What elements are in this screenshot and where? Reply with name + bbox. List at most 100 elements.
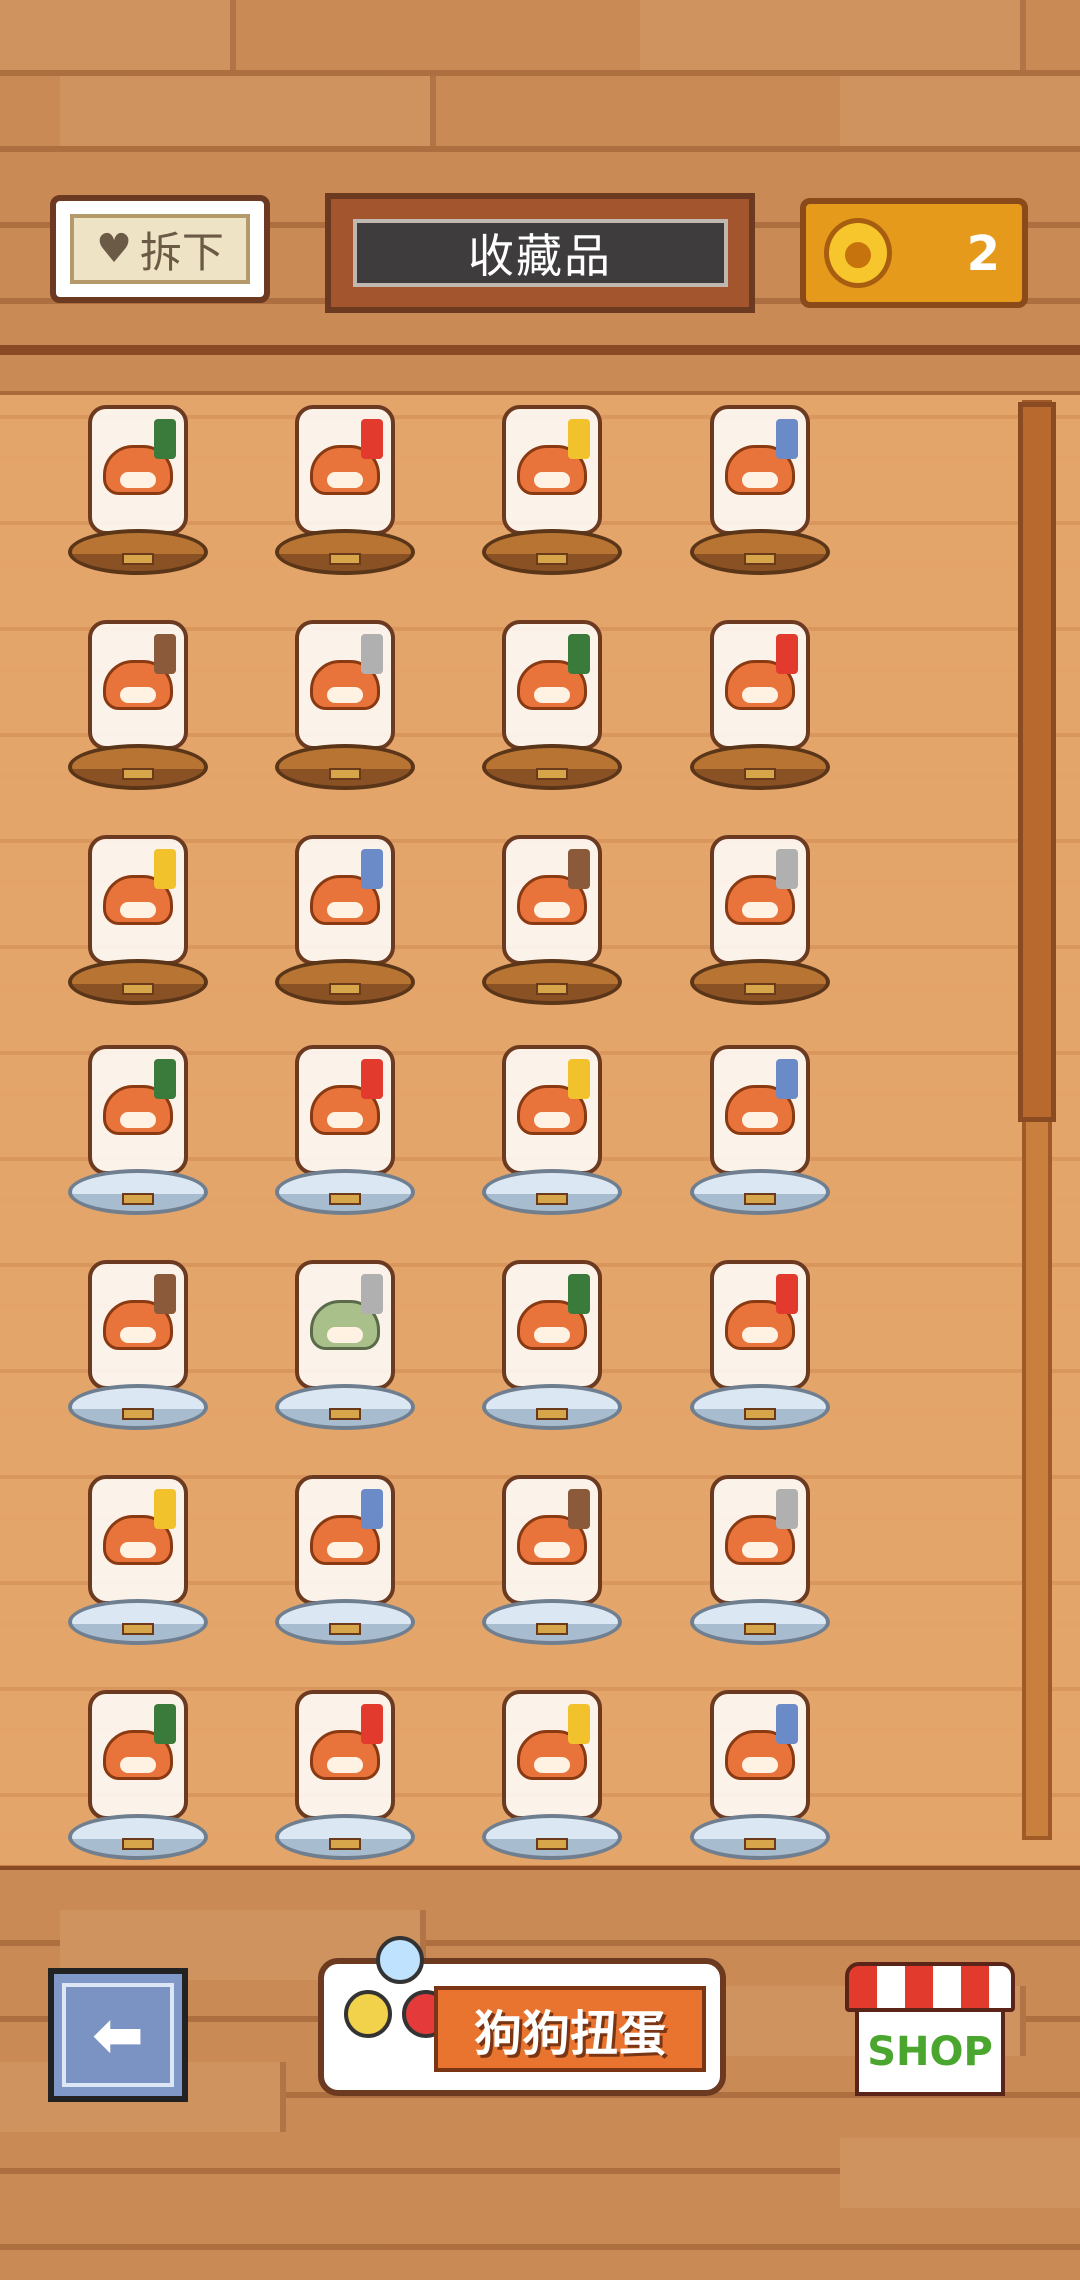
collectible-computer-monitor[interactable] — [467, 1250, 637, 1430]
acrylic-stand — [295, 1475, 395, 1605]
prop-icon — [361, 1274, 383, 1314]
acrylic-stand — [710, 835, 810, 965]
prop-icon — [154, 1274, 176, 1314]
coin-count: 2 — [966, 226, 1000, 282]
gacha-label: 狗狗扭蛋 — [473, 2006, 666, 2062]
wood-base — [68, 744, 208, 790]
glass-base — [68, 1814, 208, 1860]
wood-base — [690, 744, 830, 790]
wood-base — [275, 744, 415, 790]
prop-icon — [361, 1059, 383, 1099]
collectible-sleeping-dog[interactable] — [53, 825, 223, 1005]
gacha-label-band: 狗狗扭蛋 — [434, 1986, 706, 2072]
name-plaque — [744, 983, 776, 995]
name-plaque — [122, 1838, 154, 1850]
prop-icon — [776, 1274, 798, 1314]
collectible-dog-with-flowers[interactable] — [467, 1465, 637, 1645]
prop-icon — [776, 1059, 798, 1099]
page-title: 收藏品 — [468, 229, 612, 283]
prop-icon — [154, 849, 176, 889]
prop-icon — [154, 1059, 176, 1099]
collectible-dog-on-red-bed[interactable] — [675, 1465, 845, 1645]
acrylic-stand — [502, 835, 602, 965]
glass-base — [690, 1814, 830, 1860]
plank — [840, 76, 1080, 146]
plank — [0, 0, 236, 70]
acrylic-stand — [88, 1690, 188, 1820]
collectible-dog-with-cushion[interactable] — [675, 1035, 845, 1215]
collectible-round-window[interactable] — [467, 1035, 637, 1215]
collectible-dog-figure[interactable] — [467, 395, 637, 575]
collectible-dining-table[interactable] — [260, 1680, 430, 1860]
glass-base — [68, 1599, 208, 1645]
prop-icon — [568, 634, 590, 674]
paw-icon: ● — [843, 233, 873, 273]
collectible-dog-with-cactus[interactable] — [53, 610, 223, 790]
collectible-floor-lamp[interactable] — [260, 610, 430, 790]
collectible-tv-cabinet[interactable] — [53, 1250, 223, 1430]
glass-base — [275, 1814, 415, 1860]
wood-base — [275, 529, 415, 575]
collectible-framed-picture[interactable] — [260, 395, 430, 575]
collectible-dog-with-hat[interactable] — [260, 825, 430, 1005]
collectible-wardrobe[interactable] — [467, 610, 637, 790]
collectible-speaker-and-dog[interactable] — [53, 1465, 223, 1645]
collectible-oval-mirror[interactable] — [675, 1250, 845, 1430]
glass-base — [482, 1384, 622, 1430]
acrylic-stand — [88, 1045, 188, 1175]
collectible-television-stand[interactable] — [260, 1465, 430, 1645]
scrollbar-thumb[interactable] — [1018, 402, 1056, 1122]
capsule-ball-icon — [344, 1990, 392, 2038]
glass-base — [275, 1169, 415, 1215]
collectible-dog-on-red-sofa[interactable] — [260, 1035, 430, 1215]
name-plaque — [329, 553, 361, 565]
name-plaque — [122, 1193, 154, 1205]
collectible-green-dog[interactable] — [260, 1250, 430, 1430]
name-plaque — [536, 768, 568, 780]
name-plaque — [744, 1408, 776, 1420]
collectible-dog-with-skewer[interactable] — [467, 1680, 637, 1860]
name-plaque — [744, 1838, 776, 1850]
acrylic-stand — [710, 1260, 810, 1390]
acrylic-stand — [295, 1690, 395, 1820]
acrylic-stand — [295, 1260, 395, 1390]
shop-sign: SHOP — [855, 2008, 1005, 2096]
heart-icon: ♥ — [96, 226, 132, 272]
capsule-ball-icon — [376, 1936, 424, 1984]
wood-base — [482, 529, 622, 575]
acrylic-stand — [502, 1475, 602, 1605]
coin-counter: ● 2 — [800, 198, 1028, 308]
prop-icon — [361, 849, 383, 889]
dog-gacha-button[interactable]: 狗狗扭蛋 — [318, 1936, 726, 2096]
collectible-boy-and-dog[interactable] — [53, 1680, 223, 1860]
collectible-dog-on-armchair[interactable] — [53, 1035, 223, 1215]
name-plaque — [744, 768, 776, 780]
title-plate: 收藏品 — [325, 193, 755, 313]
collectible-dog-with-box[interactable] — [675, 825, 845, 1005]
prop-icon — [776, 849, 798, 889]
collectible-dog-figure[interactable] — [53, 395, 223, 575]
name-plaque — [329, 1838, 361, 1850]
wood-base — [690, 529, 830, 575]
collectible-dog-with-bowls[interactable] — [675, 1680, 845, 1860]
name-plaque — [122, 553, 154, 565]
name-plaque — [536, 553, 568, 565]
glass-base — [690, 1169, 830, 1215]
back-button[interactable]: ⬅ — [48, 1968, 188, 2102]
acrylic-stand — [710, 1045, 810, 1175]
acrylic-stand — [88, 620, 188, 750]
unequip-button[interactable]: ♥ 拆下 — [50, 195, 270, 303]
prop-icon — [361, 419, 383, 459]
arrow-left-icon: ⬅ — [92, 1998, 144, 2071]
prop-icon — [154, 1489, 176, 1529]
shop-button[interactable]: SHOP — [845, 1962, 1015, 2098]
collectible-potted-plant-stool[interactable] — [675, 610, 845, 790]
plank — [840, 2138, 1080, 2208]
prop-icon — [154, 1704, 176, 1744]
prop-icon — [568, 1274, 590, 1314]
collectible-dog-with-bowl[interactable] — [675, 395, 845, 575]
glass-base — [482, 1599, 622, 1645]
name-plaque — [744, 553, 776, 565]
collectible-dog-figure[interactable] — [467, 825, 637, 1005]
name-plaque — [536, 1838, 568, 1850]
